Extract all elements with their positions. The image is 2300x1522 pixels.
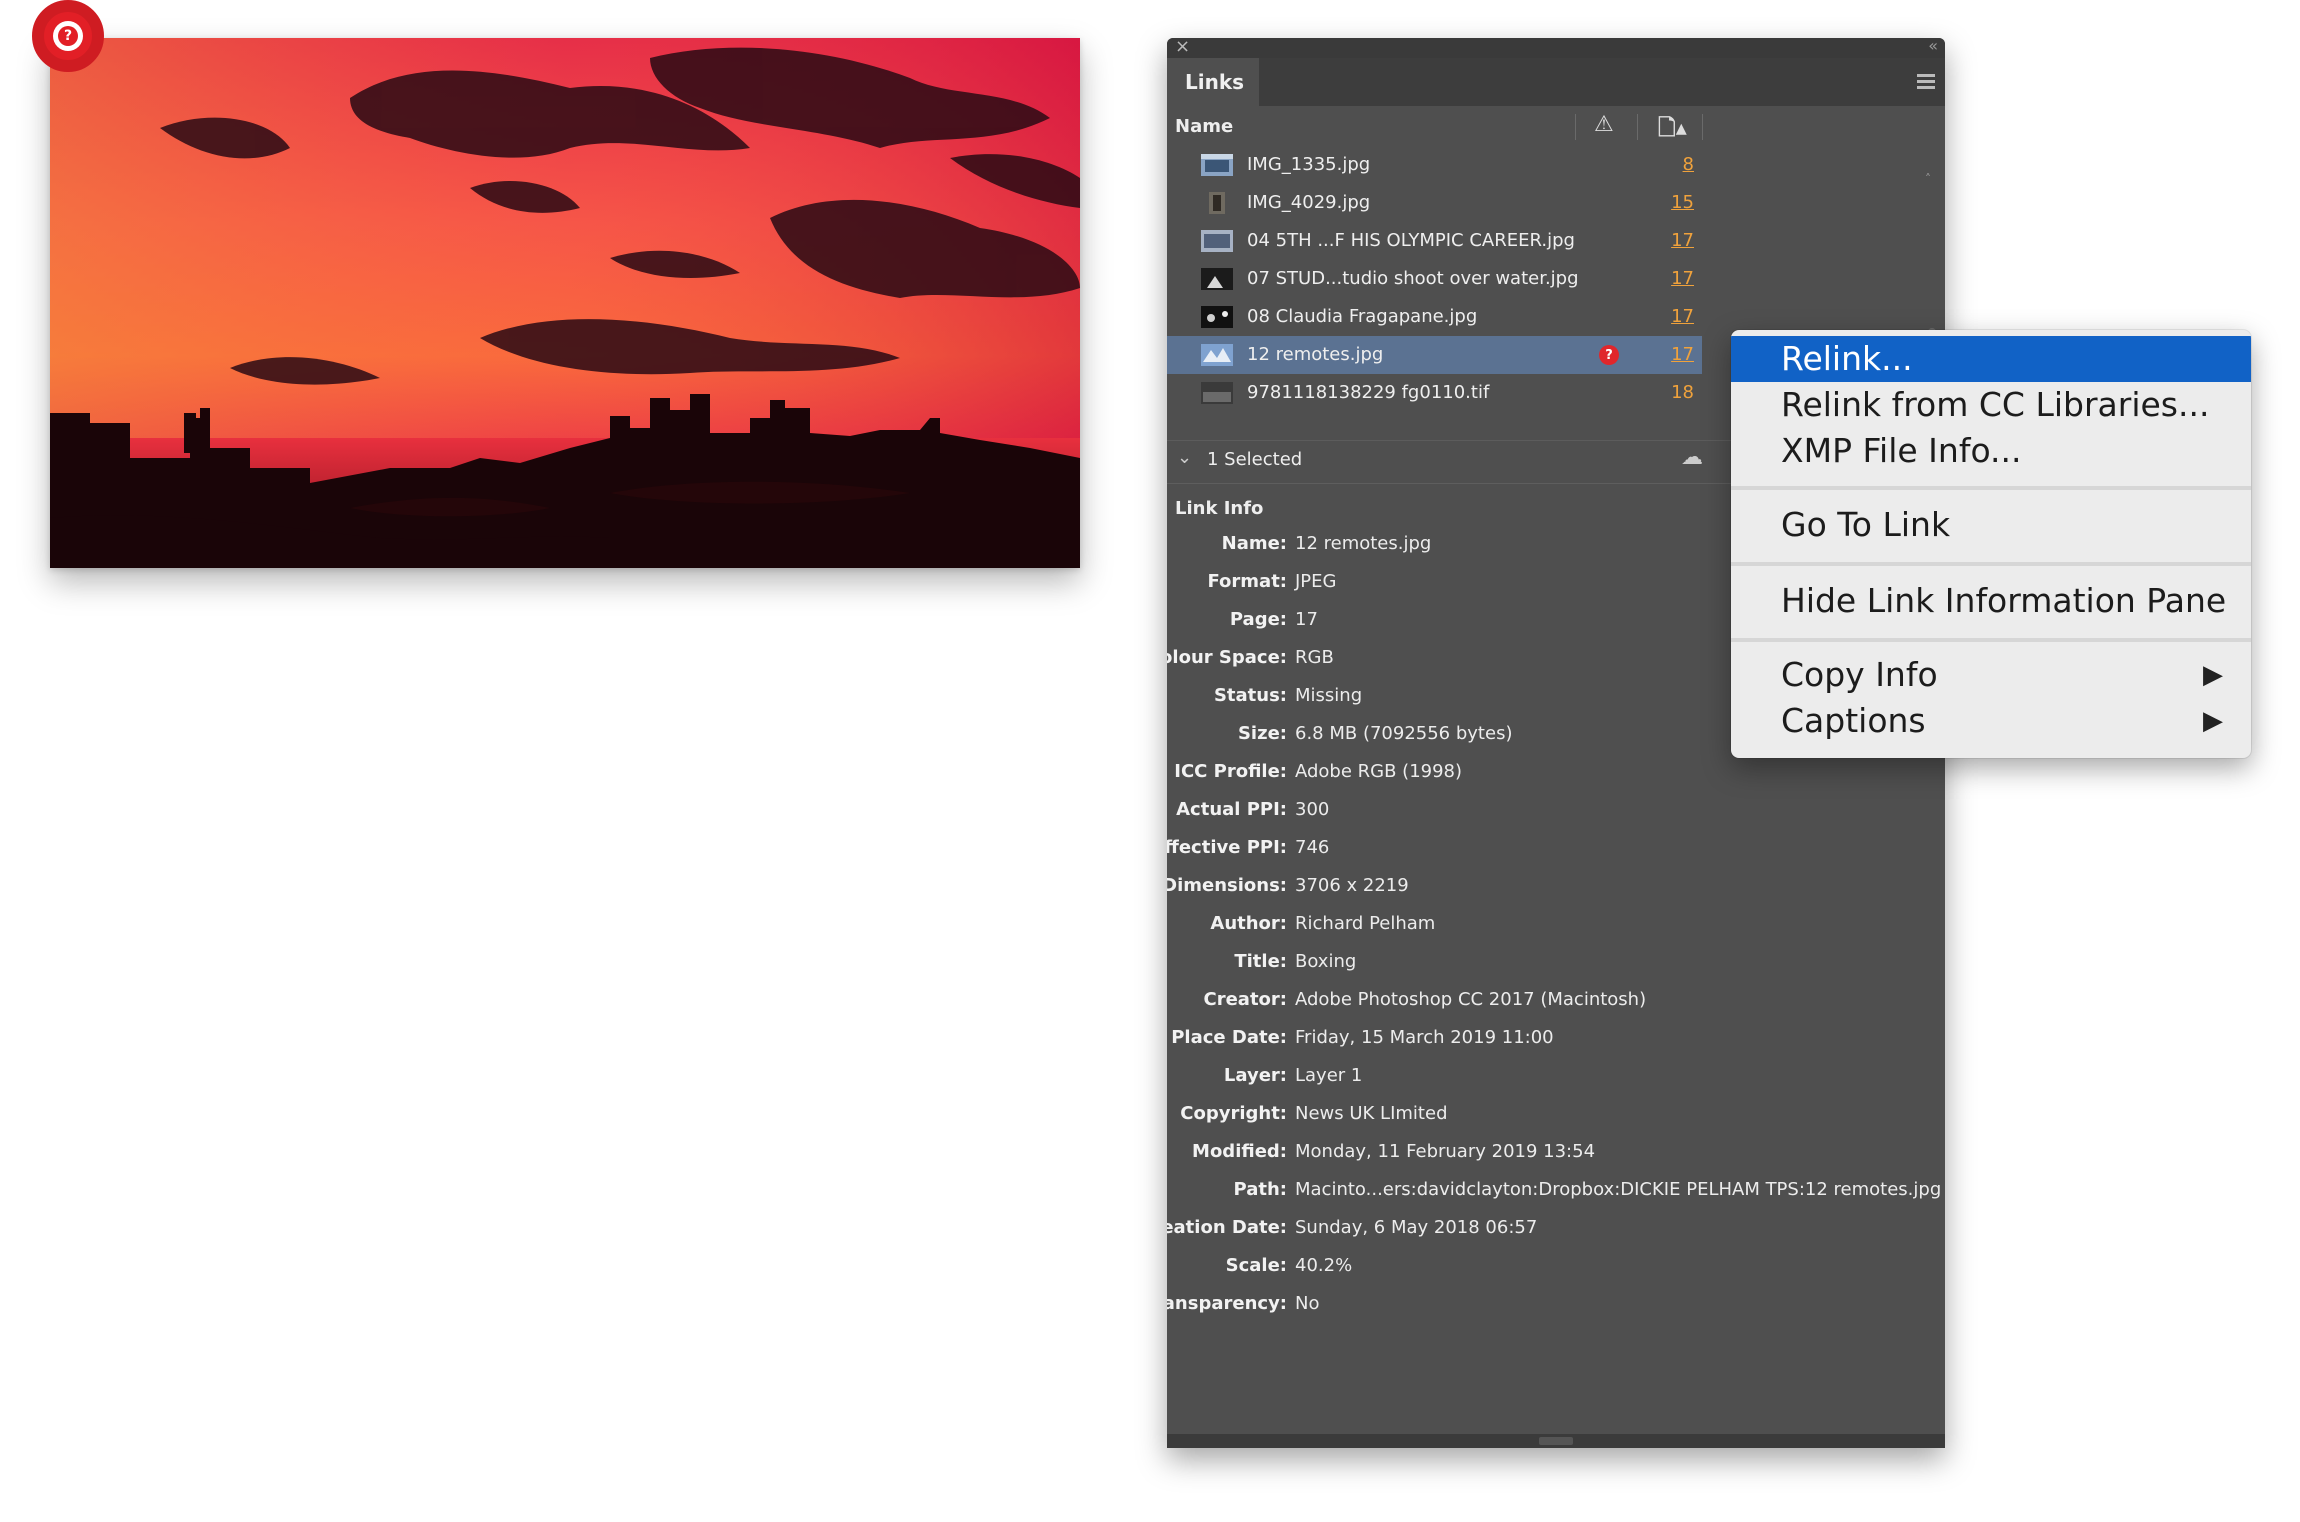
thumbnail-icon — [1209, 192, 1225, 214]
selection-count: 1 Selected — [1207, 449, 1303, 470]
tab-links[interactable]: Links — [1167, 58, 1259, 106]
list-item[interactable]: 9781118138229 fg0110.tif 18 — [1167, 374, 1702, 412]
info-row: Copyright: News UK LImited — [1180, 1103, 1448, 1124]
thumbnail-icon — [1201, 344, 1233, 366]
menu-item-relink-cc-libraries[interactable]: Relink from CC Libraries... — [1731, 382, 2251, 428]
list-item[interactable]: 08 Claudia Fragapane.jpg 17 — [1167, 298, 1702, 336]
info-row: Title: Boxing — [1234, 951, 1357, 972]
close-icon[interactable]: × — [1175, 38, 1190, 57]
page-link[interactable]: 8 — [1683, 154, 1694, 175]
menu-item-copy-info[interactable]: Copy Info ▶ — [1731, 652, 2251, 698]
menu-item-captions[interactable]: Captions ▶ — [1731, 698, 2251, 744]
menu-item-relink[interactable]: Relink... — [1731, 336, 2251, 382]
thumbnail-icon — [1201, 268, 1233, 290]
info-row: Transparency:No — [1167, 1293, 1320, 1314]
info-row: Actual PPI: 300 — [1176, 799, 1330, 820]
info-row: Path: Macinto...ers:davidclayton:Dropbox:… — [1233, 1179, 1942, 1200]
page-link[interactable]: 18 — [1671, 382, 1694, 403]
list-item-selected[interactable]: 12 remotes.jpg ? 17 — [1167, 336, 1702, 374]
missing-link-icon: ? — [58, 26, 78, 46]
info-row: Author: Richard Pelham — [1210, 913, 1436, 934]
panel-tab-row: Links — [1167, 58, 1945, 106]
column-name-label[interactable]: Name — [1175, 116, 1233, 137]
page-link[interactable]: 17 — [1671, 306, 1694, 327]
submenu-arrow-icon: ▶ — [2203, 706, 2223, 736]
collapse-panel-icon[interactable]: ‹‹ — [1928, 38, 1938, 55]
page-link[interactable]: 17 — [1671, 230, 1694, 251]
missing-link-badge[interactable]: ? — [32, 0, 104, 72]
panel-titlebar: × ‹‹ — [1167, 38, 1945, 58]
panel-resize-bar[interactable] — [1167, 1434, 1945, 1448]
info-row: ICC Profile: Adobe RGB (1998) — [1174, 761, 1463, 782]
cloud-icon[interactable]: ☁ — [1681, 445, 1703, 470]
page-link[interactable]: 15 — [1671, 192, 1694, 213]
menu-item-xmp-file-info[interactable]: XMP File Info... — [1731, 428, 2251, 474]
info-row: Effective PPI:746 — [1167, 837, 1330, 858]
page-link[interactable]: 17 — [1671, 268, 1694, 289]
page-link[interactable]: 17 — [1671, 344, 1694, 365]
page-sort-icon[interactable]: 🗋▴ — [1658, 111, 1687, 149]
list-item[interactable]: IMG_1335.jpg 8 — [1167, 146, 1702, 184]
link-list-scrollbar[interactable]: ˄ — [1925, 168, 1937, 368]
list-item[interactable]: 04 5TH ...F HIS OLYMPIC CAREER.jpg 17 — [1167, 222, 1702, 260]
info-row: Layer: Layer 1 — [1223, 1065, 1363, 1086]
placed-image-frame[interactable] — [50, 38, 1080, 568]
menu-item-hide-link-info[interactable]: Hide Link Information Pane — [1731, 578, 2251, 624]
context-menu: Relink... Relink from CC Libraries... XM… — [1731, 330, 2251, 758]
links-column-header: Name ⚠ 🗋▴ — [1167, 106, 1945, 146]
list-item[interactable]: IMG_4029.jpg 15 — [1167, 184, 1702, 222]
menu-item-go-to-link[interactable]: Go To Link — [1731, 502, 2251, 548]
panel-menu-icon[interactable] — [1917, 74, 1935, 92]
info-row: Dimensions: 3706 x 2219 — [1167, 875, 1409, 896]
info-row: Modified: Monday, 11 February 2019 13:54 — [1192, 1141, 1596, 1162]
status-warning-icon[interactable]: ⚠ — [1594, 112, 1614, 137]
sunset-image — [50, 38, 1080, 568]
info-row: Place Date: Friday, 15 March 2019 11:00 — [1171, 1027, 1554, 1048]
info-row: Creation Date:Sunday, 6 May 2018 06:57 — [1167, 1217, 1538, 1238]
info-row: Scale: 40.2% — [1225, 1255, 1353, 1276]
submenu-arrow-icon: ▶ — [2203, 660, 2223, 690]
scroll-up-icon[interactable]: ˄ — [1925, 172, 1931, 186]
missing-link-icon[interactable]: ? — [1599, 345, 1619, 365]
info-row: Creator: Adobe Photoshop CC 2017 (Macinto… — [1203, 989, 1647, 1010]
thumbnail-icon — [1201, 154, 1233, 176]
chevron-down-icon[interactable]: ⌄ — [1177, 447, 1192, 468]
thumbnail-icon — [1201, 306, 1233, 328]
thumbnail-icon — [1201, 382, 1233, 404]
list-item[interactable]: 07 STUD...tudio shoot over water.jpg 17 — [1167, 260, 1702, 298]
thumbnail-icon — [1201, 230, 1233, 252]
